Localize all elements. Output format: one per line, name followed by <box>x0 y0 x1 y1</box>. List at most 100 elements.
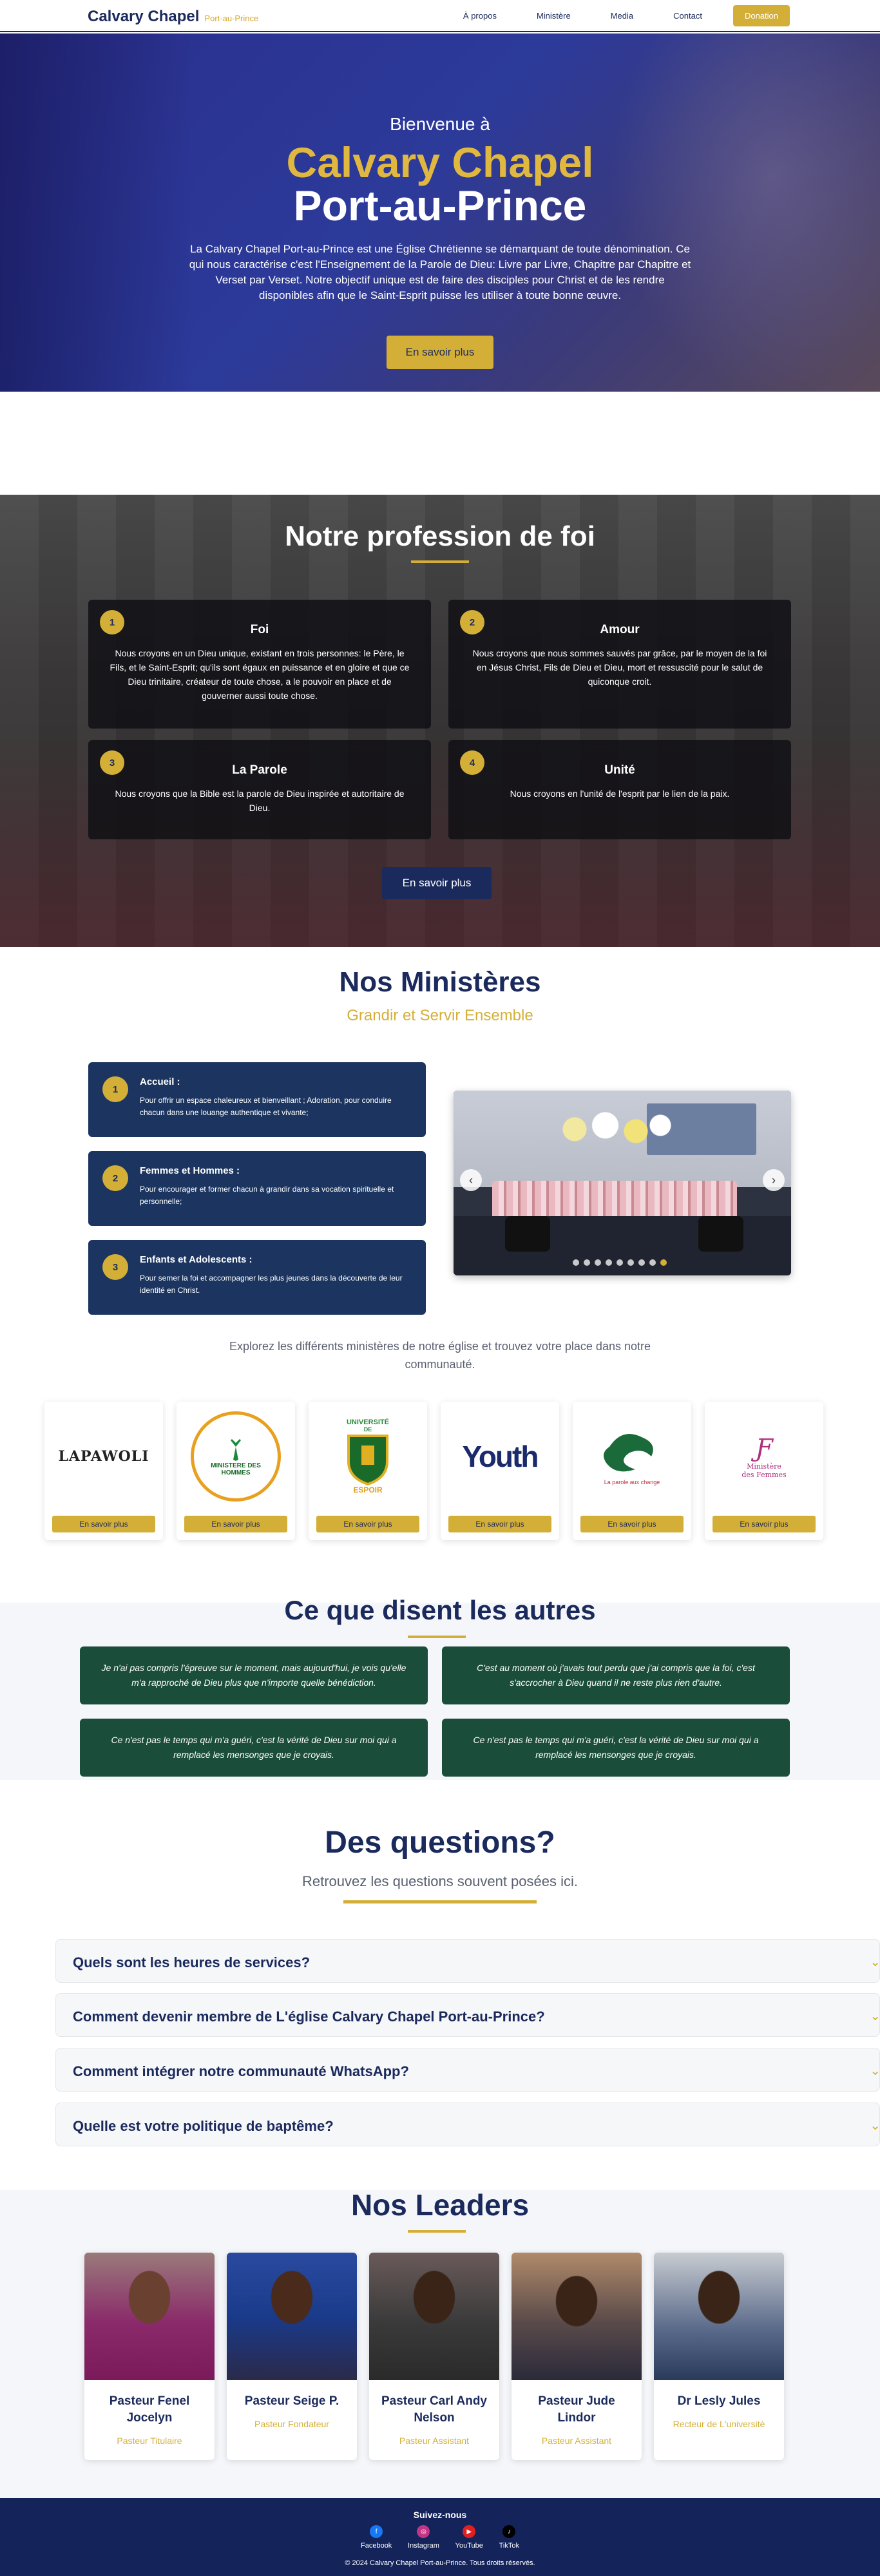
slider-prev-arrow-icon[interactable]: ‹ <box>460 1169 482 1191</box>
testimonials-title-underline <box>408 1636 466 1638</box>
faith-card-parole: 3 La Parole Nous croyons que la Bible es… <box>88 740 431 839</box>
slider-dots <box>573 1259 671 1266</box>
leader-photo <box>84 2253 215 2380</box>
parole-change-logo: La parole aux change <box>580 1408 684 1505</box>
hero-learn-more-button[interactable]: En savoir plus <box>386 336 494 369</box>
faith-card-title: La Parole <box>232 763 287 777</box>
faith-card-title: Foi <box>250 623 269 636</box>
logo-learn-more-button[interactable]: En savoir plus <box>580 1516 684 1532</box>
slider-dot[interactable] <box>638 1259 645 1266</box>
social-link-tiktok[interactable]: ♪ TikTok <box>499 2525 519 2550</box>
tiktok-icon: ♪ <box>502 2525 516 2538</box>
ministry-number: 2 <box>102 1165 128 1191</box>
faith-card-number: 2 <box>460 610 484 634</box>
ministry-text: Pour offrir un espace chaleureux et bien… <box>140 1096 392 1117</box>
leader-photo <box>369 2253 499 2380</box>
faq-item[interactable]: Quelle est votre politique de baptême? ⌄ <box>55 2103 880 2146</box>
ministry-logo-card-parole-change: La parole aux change En savoir plus <box>573 1402 691 1540</box>
faith-card-text: Nous croyons en l'unité de l'esprit par … <box>510 788 730 799</box>
slider-dot-active[interactable] <box>660 1259 667 1266</box>
lapawoli-logo: LAPAWOLI <box>58 1448 149 1465</box>
leader-role: Pasteur Titulaire <box>117 2436 182 2446</box>
ministry-number: 3 <box>102 1254 128 1280</box>
faq-question: Quels sont les heures de services? <box>73 1954 311 1970</box>
leader-card[interactable]: Pasteur Carl Andy Nelson Pasteur Assista… <box>369 2253 499 2460</box>
ministry-logo-card-femmes: Ƒ Ministère des Femmes En savoir plus <box>705 1402 823 1540</box>
leader-name: Dr Lesly Jules <box>677 2394 761 2408</box>
logo-learn-more-button[interactable]: En savoir plus <box>713 1516 816 1532</box>
slider-dot[interactable] <box>595 1259 601 1266</box>
hero-title-line2: Port-au-Prince <box>293 182 587 229</box>
youth-logo: Youth <box>462 1440 539 1473</box>
slider-dot[interactable] <box>649 1259 656 1266</box>
ministry-logo-card-lapawoli: LAPAWOLI En savoir plus <box>44 1402 163 1540</box>
brand-name: Calvary Chapel <box>88 8 200 25</box>
slider-dot[interactable] <box>573 1259 579 1266</box>
ministry-title: Femmes et Hommes : <box>140 1165 240 1176</box>
social-link-youtube[interactable]: ▶ YouTube <box>455 2525 483 2550</box>
faith-card-text: Nous croyons en un Dieu unique, existant… <box>110 648 410 701</box>
footer-copyright: © 2024 Calvary Chapel Port-au-Prince. To… <box>345 2559 535 2567</box>
faq-item[interactable]: Comment intégrer notre communauté WhatsA… <box>55 2048 880 2092</box>
slider-next-arrow-icon[interactable]: › <box>763 1169 785 1191</box>
faq-item[interactable]: Comment devenir membre de L'église Calva… <box>55 1993 880 2037</box>
ministries-title: Nos Ministères <box>339 966 541 998</box>
top-navbar: Calvary Chapel Port-au-Prince À propos M… <box>0 0 880 32</box>
brand-logo[interactable]: Calvary Chapel Port-au-Prince <box>88 8 258 26</box>
slider-dot[interactable] <box>627 1259 634 1266</box>
nav-link-ministere[interactable]: Ministère <box>537 11 571 21</box>
logo-learn-more-button[interactable]: En savoir plus <box>52 1516 155 1532</box>
ministry-logo-card-youth: Youth En savoir plus <box>441 1402 559 1540</box>
donation-button[interactable]: Donation <box>732 5 790 26</box>
leader-role: Pasteur Assistant <box>399 2436 470 2446</box>
faith-section: Notre profession de foi 1 Foi Nous croyo… <box>0 495 880 947</box>
faith-card-number: 3 <box>100 750 124 775</box>
leader-photo <box>227 2253 357 2380</box>
nav-link-contact[interactable]: Contact <box>673 11 702 21</box>
ministry-image-slider[interactable]: ‹ › <box>454 1091 791 1275</box>
leader-card[interactable]: Dr Lesly Jules Recteur de L'université <box>654 2253 784 2460</box>
faq-question: Quelle est votre politique de baptême? <box>73 2118 334 2134</box>
leader-card[interactable]: Pasteur Seige P. Pasteur Fondateur <box>227 2253 357 2460</box>
leader-role: Pasteur Assistant <box>541 2436 612 2446</box>
faith-card-foi: 1 Foi Nous croyons en un Dieu unique, ex… <box>88 600 431 729</box>
leaders-title: Nos Leaders <box>350 2188 530 2222</box>
logo-learn-more-button[interactable]: En savoir plus <box>184 1516 287 1532</box>
hero-content: Bienvenue à Calvary Chapel Port-au-Princ… <box>182 114 698 369</box>
hero-description: La Calvary Chapel Port-au-Prince est une… <box>189 243 691 301</box>
faith-card-number: 4 <box>460 750 484 775</box>
hero-title-line1: Calvary Chapel <box>286 138 594 186</box>
logo-learn-more-button[interactable]: En savoir plus <box>316 1516 419 1532</box>
faith-card-unite: 4 Unité Nous croyons en l'unité de l'esp… <box>448 740 791 839</box>
social-link-facebook[interactable]: f Facebook <box>361 2525 392 2550</box>
footer: Suivez-nous f Facebook ◎ Instagram ▶ You… <box>0 2498 880 2576</box>
faq-subtitle: Retrouvez les questions souvent posées i… <box>301 1873 578 1889</box>
ministry-card-enfants: 3 Enfants et Adolescents : Pour semer la… <box>88 1240 426 1315</box>
nav-link-media[interactable]: Media <box>611 11 633 21</box>
leader-card[interactable]: Pasteur Jude Lindor Pasteur Assistant <box>512 2253 642 2460</box>
slide-photo-speaker <box>698 1216 743 1252</box>
ministry-logo-card-hommes: MINISTERE DES HOMMES En savoir plus <box>177 1402 295 1540</box>
slider-dot[interactable] <box>584 1259 590 1266</box>
faq-title-underline <box>343 1900 537 1903</box>
slider-dot[interactable] <box>606 1259 612 1266</box>
logo-learn-more-button[interactable]: En savoir plus <box>448 1516 551 1532</box>
slider-dot[interactable] <box>617 1259 623 1266</box>
leader-name: Pasteur Fenel Jocelyn <box>109 2394 190 2425</box>
faith-learn-more-button[interactable]: En savoir plus <box>382 867 492 899</box>
slide-photo-speaker <box>505 1216 550 1252</box>
ministries-explore-text: Explorez les différents ministères de no… <box>229 1340 651 1371</box>
faith-card-title: Amour <box>600 623 640 636</box>
slide-photo-children <box>492 1181 737 1219</box>
faith-card-text: Nous croyons que la Bible est la parole … <box>115 788 405 813</box>
brand-subtitle: Port-au-Prince <box>204 14 259 23</box>
faq-item[interactable]: Quels sont les heures de services? ⌄ <box>55 1939 880 1983</box>
chevron-down-icon: ⌄ <box>870 2119 880 2133</box>
leader-card[interactable]: Pasteur Fenel Jocelyn Pasteur Titulaire <box>84 2253 215 2460</box>
faith-card-amour: 2 Amour Nous croyons que nous sommes sau… <box>448 600 791 729</box>
chevron-down-icon: ⌄ <box>870 1955 880 1969</box>
testimonial-card: C'est au moment où j'avais tout perdu qu… <box>442 1646 790 1704</box>
social-link-instagram[interactable]: ◎ Instagram <box>408 2525 439 2550</box>
nav-link-apropos[interactable]: À propos <box>463 11 497 21</box>
ministere-hommes-logo: MINISTERE DES HOMMES <box>184 1408 287 1505</box>
